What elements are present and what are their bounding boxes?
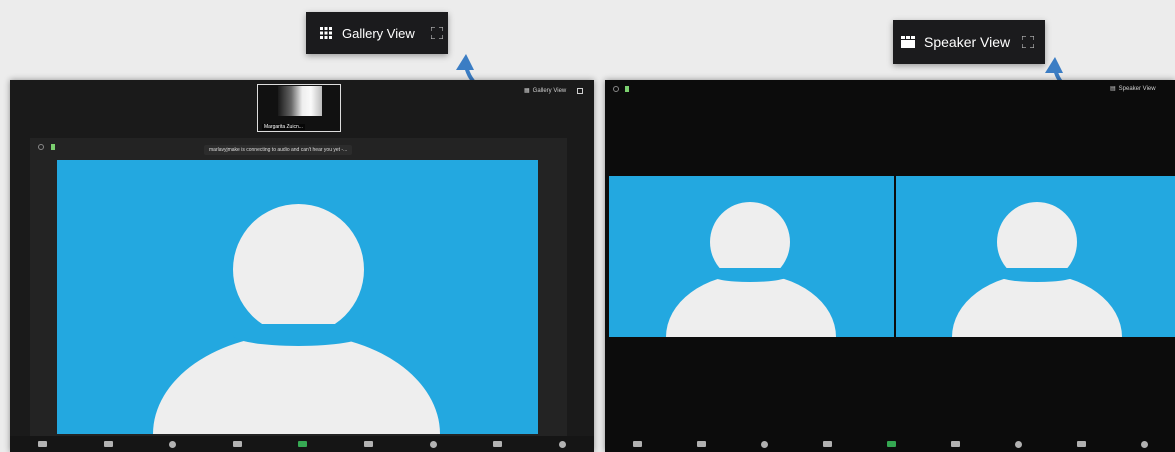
avatar-neck-gap: [233, 324, 364, 346]
participant-thumbnail[interactable]: Margarita Zuicn...: [257, 84, 341, 132]
security-icon[interactable]: [760, 440, 768, 448]
meeting-toolbar: [10, 436, 594, 452]
lock-icon: [625, 86, 629, 92]
participant-tile-1: [609, 176, 894, 337]
meeting-toolbar: [605, 436, 1175, 452]
main-video-panel: marlavyjmake is connecting to audio and …: [30, 138, 567, 438]
avatar-head-icon: [233, 204, 364, 335]
avatar-body-icon: [952, 274, 1122, 337]
gallery-view-callout[interactable]: Gallery View: [306, 12, 448, 54]
apps-icon[interactable]: [1140, 440, 1148, 448]
chat-icon[interactable]: [364, 441, 373, 447]
speaker-view-callout[interactable]: Speaker View: [893, 20, 1045, 64]
info-icon[interactable]: [38, 144, 44, 150]
avatar-body-icon: [666, 274, 836, 337]
gallery-view-mini-button[interactable]: ▦ Gallery View: [524, 87, 584, 94]
reactions-icon[interactable]: [1076, 441, 1086, 447]
right-meeting-window: ▤ Speaker View: [605, 80, 1175, 452]
fullscreen-icon[interactable]: [1022, 36, 1035, 48]
avatar-neck-gap: [710, 268, 790, 282]
security-icon[interactable]: [169, 440, 177, 448]
share-screen-icon[interactable]: [298, 441, 308, 447]
speaker-view-label: Speaker View: [924, 34, 1011, 50]
participants-icon[interactable]: [232, 441, 242, 447]
record-icon[interactable]: [429, 440, 437, 448]
apps-icon[interactable]: [558, 440, 566, 448]
grid-icon: ▦: [524, 88, 530, 94]
video-icon[interactable]: [696, 441, 706, 447]
reactions-icon[interactable]: [493, 441, 503, 447]
speaker-video-tile: [57, 160, 538, 434]
share-screen-icon[interactable]: [886, 441, 896, 447]
speaker-view-icon: [901, 36, 915, 48]
avatar-body-icon: [153, 334, 440, 434]
video-icon[interactable]: [103, 441, 113, 447]
gallery-view-mini-label: Gallery View: [532, 87, 567, 94]
participant-photo: [278, 86, 322, 116]
lock-icon: [51, 144, 55, 150]
gallery-view-label: Gallery View: [342, 25, 415, 41]
fullscreen-icon[interactable]: [430, 27, 443, 39]
record-icon[interactable]: [1014, 440, 1022, 448]
speaker-view-icon: ▤: [1110, 86, 1116, 92]
left-meeting-window: ▦ Gallery View Margarita Zuicn... marlav…: [10, 80, 594, 452]
avatar-neck-gap: [997, 268, 1077, 282]
audio-notice: marlavyjmake is connecting to audio and …: [204, 145, 353, 155]
fullscreen-icon[interactable]: [577, 87, 584, 94]
info-icon[interactable]: [613, 86, 619, 92]
grid-icon: [320, 27, 332, 39]
speaker-view-mini-button[interactable]: ▤ Speaker View: [1110, 85, 1156, 93]
speaker-view-mini-label: Speaker View: [1118, 85, 1156, 92]
mute-icon[interactable]: [38, 441, 48, 447]
mute-icon[interactable]: [632, 441, 642, 447]
participant-name: Margarita Zuicn...: [262, 124, 305, 130]
chat-icon[interactable]: [950, 441, 960, 447]
participants-icon[interactable]: [822, 441, 832, 447]
participant-tile-2: [896, 176, 1175, 337]
